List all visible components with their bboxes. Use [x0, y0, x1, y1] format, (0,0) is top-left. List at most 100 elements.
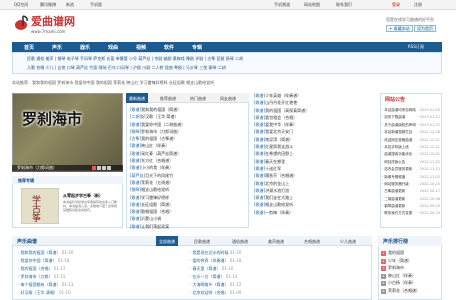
slide-dot-4[interactable]: [107, 166, 111, 170]
notice-title[interactable]: · 二胡曲谱更新: [382, 197, 405, 201]
score-category[interactable]: [歌谱]: [254, 181, 265, 186]
vocal-score-item[interactable]: · 罗刹海市（刀郎） 01-15: [18, 274, 158, 282]
qq-space-link[interactable]: QQ空间: [14, 2, 28, 8]
vocal-score-item[interactable]: · 我是现在近水的时候 01-20: [190, 250, 330, 258]
score-category[interactable]: [歌谱]: [130, 143, 141, 148]
score-category[interactable]: [歌谱]: [130, 165, 141, 170]
score-title[interactable]: 春天在哪里: [265, 159, 285, 164]
nav-opera[interactable]: 戏曲: [108, 44, 118, 51]
score-category[interactable]: [歌谱]: [254, 129, 265, 134]
slide-dot-2[interactable]: [97, 166, 101, 170]
rank-item[interactable]: 6 茉莉花（合唱谱）: [381, 288, 441, 296]
login-link[interactable]: 登录: [392, 2, 400, 8]
score-category[interactable]: [歌谱]: [254, 122, 265, 127]
notice-title[interactable]: · 如何下载曲谱: [382, 115, 405, 119]
score-title[interactable]: 月光下的凤尾竹: [145, 173, 173, 178]
score-category[interactable]: [歌谱]: [254, 210, 265, 215]
score-title[interactable]: 东方红（合唱谱）: [141, 158, 173, 163]
tab-hot[interactable]: 热门曲谱: [190, 96, 206, 102]
rank-item[interactable]: 5 小白杨（伴奏）: [381, 280, 441, 288]
sina-link[interactable]: 新浪: [66, 2, 74, 8]
more-score-item[interactable]: [歌谱]一剪梅（伴奏）: [254, 210, 378, 217]
score-title[interactable]: 爱我中华（伴奏）: [265, 122, 297, 127]
tab-latest[interactable]: 最新曲谱: [126, 93, 148, 103]
tencent-weibo-link[interactable]: 腾讯微博: [40, 2, 56, 8]
nav-instrument[interactable]: 器乐: [80, 44, 90, 51]
score-category[interactable]: [歌谱]: [130, 195, 141, 200]
score-title[interactable]: 好汉歌（王华 简谱）: [141, 114, 178, 119]
latest-score-item[interactable]: [歌谱]沂蒙山小调: [130, 216, 260, 223]
score-title[interactable]: 我和我的祖国（简谱）: [141, 107, 181, 112]
notice-title[interactable]: · 欢迎网友投稿曲谱: [382, 138, 412, 142]
score-title[interactable]: 山丹丹花开红艳艳: [265, 100, 297, 105]
notice-item[interactable]: · 如何下载曲谱 2023-01-12: [382, 115, 442, 122]
notice-title[interactable]: · 本站新增视频栏目: [382, 130, 412, 134]
more-score-item[interactable]: [歌谱]在希望的田野上: [254, 151, 378, 158]
score-title[interactable]: 我的祖国（高保真简谱）: [265, 108, 309, 113]
more-score-item[interactable]: [歌谱]北京的金山上: [254, 181, 378, 188]
score-category[interactable]: [歌谱]: [254, 202, 265, 207]
score-category[interactable]: [葫芦丝]: [130, 173, 145, 178]
more-score-item[interactable]: [歌谱]南泥湾（简谱）: [254, 137, 378, 144]
vocal-score-title[interactable]: · 我爱你中国（简谱）: [18, 258, 58, 263]
more-score-item[interactable]: [歌谱]唱支山歌给党听: [254, 202, 378, 209]
topbar-item-1[interactable]: 手机频道: [274, 2, 290, 8]
notice-item[interactable]: · 本站新增视频栏目 2022-12-28: [382, 130, 442, 137]
notice-title[interactable]: · 站内会员服务更新: [382, 167, 412, 171]
score-category[interactable]: [歌谱]: [254, 173, 265, 178]
score-category[interactable]: [歌谱]: [254, 93, 265, 98]
album-title[interactable]: 从零起步学古筝（新）: [63, 193, 103, 199]
score-title[interactable]: 歌唱祖国（合唱）: [141, 209, 173, 214]
vocal-score-item[interactable]: · 北京欢迎你（合唱） 01-09: [190, 290, 330, 298]
vocal-score-item[interactable]: · 爱的供养（伴奏谱） 01-18: [190, 258, 330, 266]
latest-score-item[interactable]: [歌谱]我爱你中国（二胡曲谱）: [130, 122, 260, 129]
vocal-score-title[interactable]: · 北京欢迎你（合唱）: [190, 290, 230, 295]
latest-score-item[interactable]: [歌谱]小小的我（伴奏）: [130, 165, 260, 172]
score-category[interactable]: [歌谱]: [254, 195, 265, 200]
vocal-score-item[interactable]: · 在水一方（简谱） 01-14: [190, 274, 330, 282]
notice-title[interactable]: · 新增专辑频道: [382, 175, 405, 179]
rank-title[interactable]: 我的祖国: [388, 250, 404, 255]
tab-user[interactable]: 网友曲谱: [220, 96, 236, 102]
score-title[interactable]: 我们走在大路上: [265, 195, 293, 200]
notice-item[interactable]: · 新增专辑频道 2022-11-02: [382, 175, 442, 182]
vocal-score-item[interactable]: · 我的祖国（合唱） 01-17: [18, 266, 158, 274]
vocal-score-title[interactable]: · 爱的供养（伴奏谱）: [190, 258, 230, 263]
score-title[interactable]: 小小的我（伴奏）: [141, 165, 173, 170]
score-title[interactable]: 十送红军: [265, 166, 281, 171]
latest-score-item[interactable]: [歌谱]让我们荡起双桨: [130, 224, 260, 231]
rank-title[interactable]: 少年（简谱）: [388, 258, 412, 263]
score-title[interactable]: 我爱你中国（二胡曲谱）: [141, 122, 185, 127]
score-title[interactable]: 少年英雄（伴奏谱）: [265, 93, 301, 98]
notice-title[interactable]: · 曲谱搜索功能优化: [382, 152, 412, 156]
featured-slideshow[interactable]: [12, 93, 123, 171]
score-category[interactable]: [钢琴]: [130, 187, 141, 192]
vocal-score-item[interactable]: · 好汉歌（王华 演唱） 01-10: [18, 290, 158, 298]
notice-item[interactable]: · 站内会员服务更新 2022-11-13: [382, 167, 442, 174]
score-title[interactable]: 洪湖水浪打浪: [265, 188, 289, 193]
notice-title[interactable]: · 钢琴曲谱更新: [382, 204, 405, 208]
notice-title[interactable]: · 关于曲谱版权的声明: [382, 123, 416, 127]
score-category[interactable]: [歌谱]: [130, 224, 141, 229]
tab-all-scores[interactable]: 全部曲谱: [156, 236, 178, 246]
nav-video[interactable]: 视频: [136, 44, 146, 51]
notice-title[interactable]: · 本站手机版上线: [382, 145, 409, 149]
score-category[interactable]: [古筝]: [130, 136, 141, 141]
slide-dot-3[interactable]: [102, 166, 106, 170]
score-category[interactable]: [歌谱]: [254, 108, 265, 113]
register-link[interactable]: 注册: [414, 2, 422, 8]
nav-home[interactable]: 首页: [24, 44, 34, 51]
notice-title[interactable]: · 网站服务器升级: [382, 182, 409, 186]
score-title[interactable]: 一剪梅（伴奏）: [265, 210, 293, 215]
vocal-score-item[interactable]: · 春天里（简谱） 01-16: [190, 266, 330, 274]
vocal-score-title[interactable]: · 大海啊故乡（简谱）: [190, 282, 230, 287]
subnav-row-1[interactable]: 民歌 通俗 美声 | 钢琴 电子琴 手风琴 萨克斯 长笛 单簧管 小号 葫芦丝 …: [27, 56, 243, 62]
set-homepage-button[interactable]: 设为首页: [414, 25, 436, 32]
latest-score-item[interactable]: [歌谱]映山红（伴奏）: [130, 143, 260, 150]
score-category[interactable]: [歌谱]: [130, 180, 141, 185]
score-title[interactable]: 罗刹海市（刀郎词曲）: [141, 129, 181, 134]
topbar-item-0[interactable]: 手机版: [90, 2, 102, 8]
score-title[interactable]: 让我们荡起双桨: [141, 224, 169, 229]
more-score-item[interactable]: [歌谱]山丹丹花开红艳艳: [254, 100, 378, 107]
more-score-item[interactable]: [歌谱]我的祖国（高保真简谱）: [254, 108, 378, 115]
